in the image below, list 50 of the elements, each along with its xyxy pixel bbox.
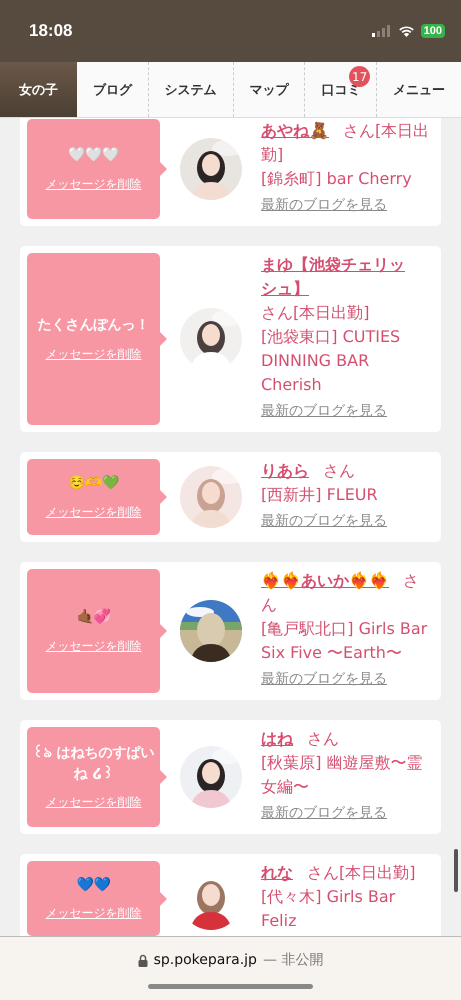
shop-name: [西新井] FLEUR <box>261 484 379 506</box>
girl-name-link[interactable]: れな <box>261 861 293 885</box>
wifi-icon <box>398 25 415 37</box>
shop-name: [秋葉原] 幽遊屋敷〜霊女編〜 <box>261 752 424 798</box>
delete-message-link[interactable]: メッセージを削除 <box>46 638 142 655</box>
nav-tab[interactable]: メニュー <box>376 62 461 117</box>
name-line: りあら さん <box>261 459 434 483</box>
privacy-note: — 非公開 <box>262 951 324 969</box>
scrollbar <box>454 849 458 892</box>
lock-icon <box>138 954 148 966</box>
blog-link[interactable]: 最新のブログを見る <box>261 512 387 532</box>
blog-link[interactable]: 最新のブログを見る <box>261 670 387 690</box>
girl-name-link[interactable]: まゆ【池袋チェリッシュ】 <box>261 253 420 301</box>
clock-time: 18:08 <box>29 21 72 41</box>
name-line: あやね🧸 さん[本日出勤] <box>261 119 430 166</box>
girl-name-link[interactable]: はね <box>261 727 293 751</box>
message-text: 🤍🤍🤍 <box>68 146 119 166</box>
home-indicator[interactable] <box>148 984 313 989</box>
message-text: 🤙🏾💞 <box>76 608 110 628</box>
blog-link[interactable]: 最新のブログを見る <box>261 196 387 216</box>
delete-message-link[interactable]: メッセージを削除 <box>46 176 142 193</box>
nav-tab[interactable]: 女の子 <box>0 62 77 117</box>
name-line: れな さん[本日出勤] <box>261 861 434 885</box>
message-text: ☺🫶💚 <box>68 474 119 494</box>
message-text: たくさんぽんっ！ <box>38 316 150 336</box>
shop-name: [亀戸駅北口] Girls Bar Six Five 〜Earth〜 <box>261 618 428 664</box>
message-text: ꒰ঌ はねちのすぱいね ໒꒱ <box>32 744 155 784</box>
nav-tab[interactable]: 口コミ 17 <box>304 62 376 117</box>
nav-tab[interactable]: マップ <box>232 62 304 117</box>
battery-level: 100 <box>420 24 445 38</box>
name-line: はね さん <box>261 727 434 751</box>
girl-name-link[interactable]: ❤‍🔥❤‍🔥あいか❤‍🔥❤‍🔥 <box>261 569 389 593</box>
girl-name-link[interactable]: あやね🧸 <box>261 119 329 143</box>
blog-link[interactable]: 最新のブログを見る <box>261 402 387 422</box>
delete-message-link[interactable]: メッセージを削除 <box>46 905 142 922</box>
shop-name: [錦糸町] bar Cherry <box>261 168 413 190</box>
delete-message-link[interactable]: メッセージを削除 <box>46 504 142 521</box>
message-text: 💙💙 <box>76 876 110 895</box>
blog-link[interactable]: 最新のブログを見る <box>261 804 387 824</box>
name-line: まゆ【池袋チェリッシュ】 さん[本日出勤] <box>261 253 434 325</box>
delete-message-link[interactable]: メッセージを削除 <box>46 794 142 811</box>
url-domain[interactable]: sp.pokepara.jp <box>154 952 257 968</box>
shop-name: [池袋東口] CUTIES DINNING BAR Cherish <box>261 326 402 396</box>
delete-message-link[interactable]: メッセージを削除 <box>46 346 142 363</box>
signal-icon <box>372 25 392 37</box>
nav-tab[interactable]: システム <box>148 62 233 117</box>
name-line: ❤‍🔥❤‍🔥あいか❤‍🔥❤‍🔥 さん <box>261 569 420 616</box>
nav-tab[interactable]: ブログ <box>77 62 148 117</box>
girl-name-link[interactable]: りあら <box>261 459 309 483</box>
shop-name: [代々木] Girls Bar Feliz <box>261 886 396 932</box>
